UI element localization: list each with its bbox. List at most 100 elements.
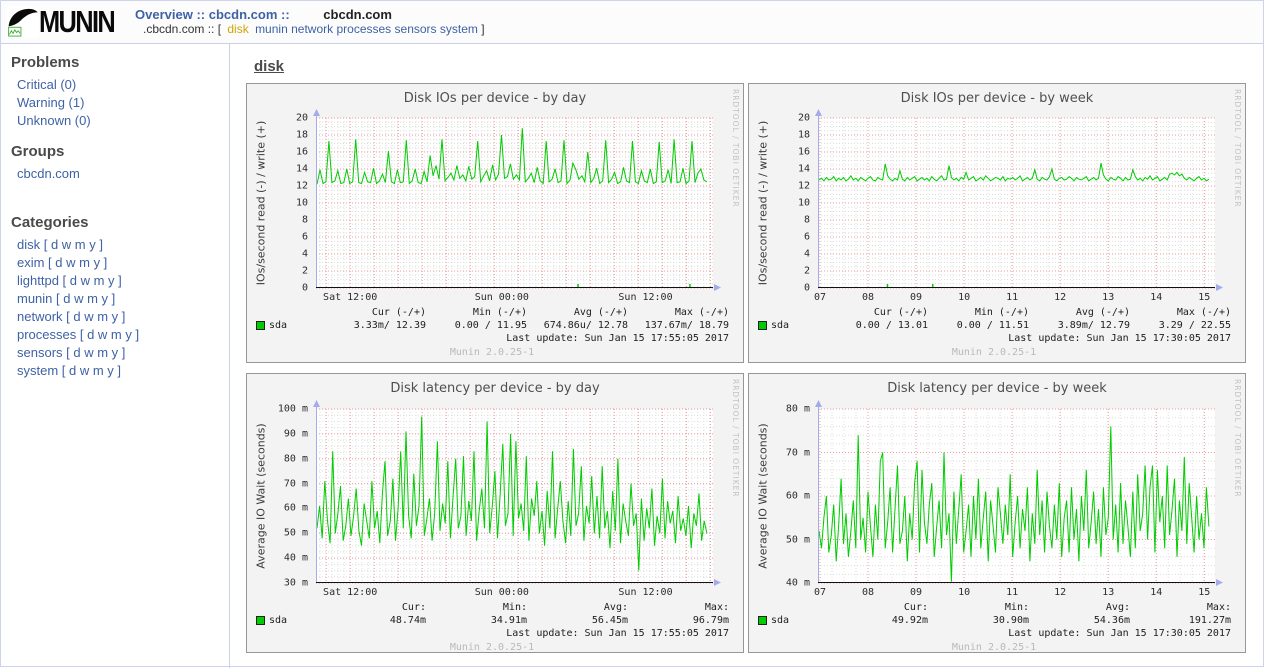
series-avg: 54.36m <box>1029 615 1130 628</box>
x-axis-ticks: Sat 12:00Sun 00:00Sun 12:00 <box>316 292 713 304</box>
x-tick-label: 11 <box>1006 292 1018 303</box>
subnav-suffix: ] <box>481 22 484 36</box>
y-tick-label: 12 <box>296 181 308 192</box>
x-tick-label: Sun 00:00 <box>475 587 529 598</box>
sidebar-category-lighttpd[interactable]: lighttpd [ d w m y ] <box>11 271 219 289</box>
x-tick-label: Sun 12:00 <box>618 292 672 303</box>
groups-heading: Groups <box>11 143 219 160</box>
subnav-active-disk[interactable]: disk <box>227 22 248 36</box>
y-tick-label: 60 m <box>786 491 810 502</box>
graph-title: Disk IOs per device - by week <box>749 84 1245 106</box>
legend-series-row: sda 49.92m 30.90m 54.36m 191.27m <box>757 615 1231 628</box>
munin-logo[interactable]: MUNIN <box>1 3 131 41</box>
series-min: 0.00 / 11.95 <box>426 320 527 333</box>
graph-panel-disk-ios-day[interactable]: Disk IOs per device - by day RRDTOOL / T… <box>246 83 744 363</box>
subnav-link-processes[interactable]: processes <box>336 22 391 36</box>
categories-heading: Categories <box>11 214 219 231</box>
x-tick-label: 12 <box>1054 587 1066 598</box>
breadcrumb-separator: :: <box>196 7 205 22</box>
x-axis-ticks: Sat 12:00Sun 00:00Sun 12:00 <box>316 587 713 599</box>
subnav-link-munin[interactable]: munin <box>255 22 288 36</box>
legend-col-cur: Cur (-/+) <box>325 307 426 320</box>
y-tick-label: 60 m <box>284 503 308 514</box>
x-tick-label: 14 <box>1150 587 1162 598</box>
sidebar-spacer <box>11 182 219 206</box>
series-min: 0.00 / 11.51 <box>928 320 1029 333</box>
x-tick-label: 13 <box>1102 292 1114 303</box>
x-axis-ticks: 070809101112131415 <box>818 587 1215 599</box>
series-cur: 0.00 / 13.01 <box>827 320 928 333</box>
legend-series-row: sda 3.33m/ 12.39 0.00 / 11.95 674.86u/ 1… <box>255 320 729 333</box>
series-color-swatch <box>759 617 766 624</box>
sidebar-category-system[interactable]: system [ d w m y ] <box>11 361 219 379</box>
last-update: Last update: Sun Jan 15 17:55:05 2017 <box>255 627 729 640</box>
y-tick-label: 100 m <box>278 404 308 415</box>
sidebar-category-sensors[interactable]: sensors [ d w m y ] <box>11 343 219 361</box>
breadcrumb: Overview :: cbcdn.com :: cbcdn.com .cbcd… <box>131 7 488 37</box>
sidebar-item-critical[interactable]: Critical (0) <box>11 75 219 93</box>
sidebar-category-exim[interactable]: exim [ d w m y ] <box>11 253 219 271</box>
munin-version: Munin 2.0.25-1 <box>255 346 729 359</box>
sidebar: Problems Critical (0) Warning (1) Unknow… <box>1 44 230 668</box>
sidebar-category-network[interactable]: network [ d w m y ] <box>11 307 219 325</box>
y-tick-label: 16 <box>798 147 810 158</box>
series-color-swatch <box>257 617 264 624</box>
chart-legend: Cur (-/+) Min (-/+) Avg (-/+) Max (-/+) … <box>757 307 1231 359</box>
chart-svg <box>316 118 713 288</box>
subnav-link-sensors[interactable]: sensors <box>395 22 437 36</box>
series-cur: 48.74m <box>325 615 426 628</box>
graph-panel-disk-latency-day[interactable]: Disk latency per device - by day RRDTOOL… <box>246 373 744 653</box>
legend-header-row: Cur (-/+) Min (-/+) Avg (-/+) Max (-/+) <box>255 307 729 320</box>
subnav-prefix: .cbcdn.com :: [ <box>143 22 221 36</box>
sidebar-item-warning[interactable]: Warning (1) <box>11 93 219 111</box>
category-subnav: .cbcdn.com :: [ disk munin network proce… <box>143 22 488 37</box>
x-tick-label: 07 <box>814 292 826 303</box>
sidebar-item-unknown[interactable]: Unknown (0) <box>11 111 219 129</box>
x-tick-label: 15 <box>1198 587 1210 598</box>
breadcrumb-host: cbcdn.com <box>323 7 392 22</box>
sidebar-group-cbcdn[interactable]: cbcdn.com <box>11 164 219 182</box>
series-min: 30.90m <box>928 615 1029 628</box>
x-tick-label: 09 <box>910 292 922 303</box>
x-tick-label: Sat 12:00 <box>323 587 377 598</box>
legend-series-row: sda 0.00 / 13.01 0.00 / 11.51 3.89m/ 12.… <box>757 320 1231 333</box>
legend-header-row: Cur: Min: Avg: Max: <box>757 602 1231 615</box>
legend-col-cur: Cur: <box>827 602 928 615</box>
sidebar-category-munin[interactable]: munin [ d w m y ] <box>11 289 219 307</box>
legend-col-min: Min (-/+) <box>928 307 1029 320</box>
last-update: Last update: Sun Jan 15 17:30:05 2017 <box>757 332 1231 345</box>
y-tick-label: 70 m <box>786 447 810 458</box>
sidebar-category-processes[interactable]: processes [ d w m y ] <box>11 325 219 343</box>
logo-wordmark: MUNIN <box>39 4 114 40</box>
x-tick-label: 09 <box>910 587 922 598</box>
x-tick-label: 14 <box>1150 292 1162 303</box>
graph-panel-disk-latency-week[interactable]: Disk latency per device - by week RRDTOO… <box>748 373 1246 653</box>
breadcrumb-group-link[interactable]: cbcdn.com <box>209 7 278 22</box>
y-tick-label: 8 <box>302 215 308 226</box>
sidebar-category-disk[interactable]: disk [ d w m y ] <box>11 235 219 253</box>
graph-panel-disk-ios-week[interactable]: Disk IOs per device - by week RRDTOOL / … <box>748 83 1246 363</box>
breadcrumb-separator2: :: <box>281 7 290 22</box>
x-tick-label: Sat 12:00 <box>323 292 377 303</box>
subnav-link-system[interactable]: system <box>440 22 478 36</box>
subnav-link-network[interactable]: network <box>291 22 333 36</box>
legend-col-max: Max: <box>628 602 729 615</box>
series-name: sda <box>269 615 287 628</box>
legend-header-row: Cur: Min: Avg: Max: <box>255 602 729 615</box>
x-tick-label: 11 <box>1006 587 1018 598</box>
y-tick-label: 20 <box>798 113 810 124</box>
legend-col-avg: Avg: <box>527 602 628 615</box>
x-tick-label: 07 <box>814 587 826 598</box>
series-name: sda <box>771 320 789 333</box>
legend-col-avg: Avg (-/+) <box>527 307 628 320</box>
y-tick-label: 8 <box>804 215 810 226</box>
series-min: 34.91m <box>426 615 527 628</box>
y-tick-label: 40 m <box>786 578 810 589</box>
x-axis-ticks: 070809101112131415 <box>818 292 1215 304</box>
last-update: Last update: Sun Jan 15 17:55:05 2017 <box>255 332 729 345</box>
y-tick-label: 10 <box>798 198 810 209</box>
series-cur: 49.92m <box>827 615 928 628</box>
y-tick-label: 6 <box>302 232 308 243</box>
breadcrumb-overview-link[interactable]: Overview <box>135 7 193 22</box>
series-cur: 3.33m/ 12.39 <box>325 320 426 333</box>
